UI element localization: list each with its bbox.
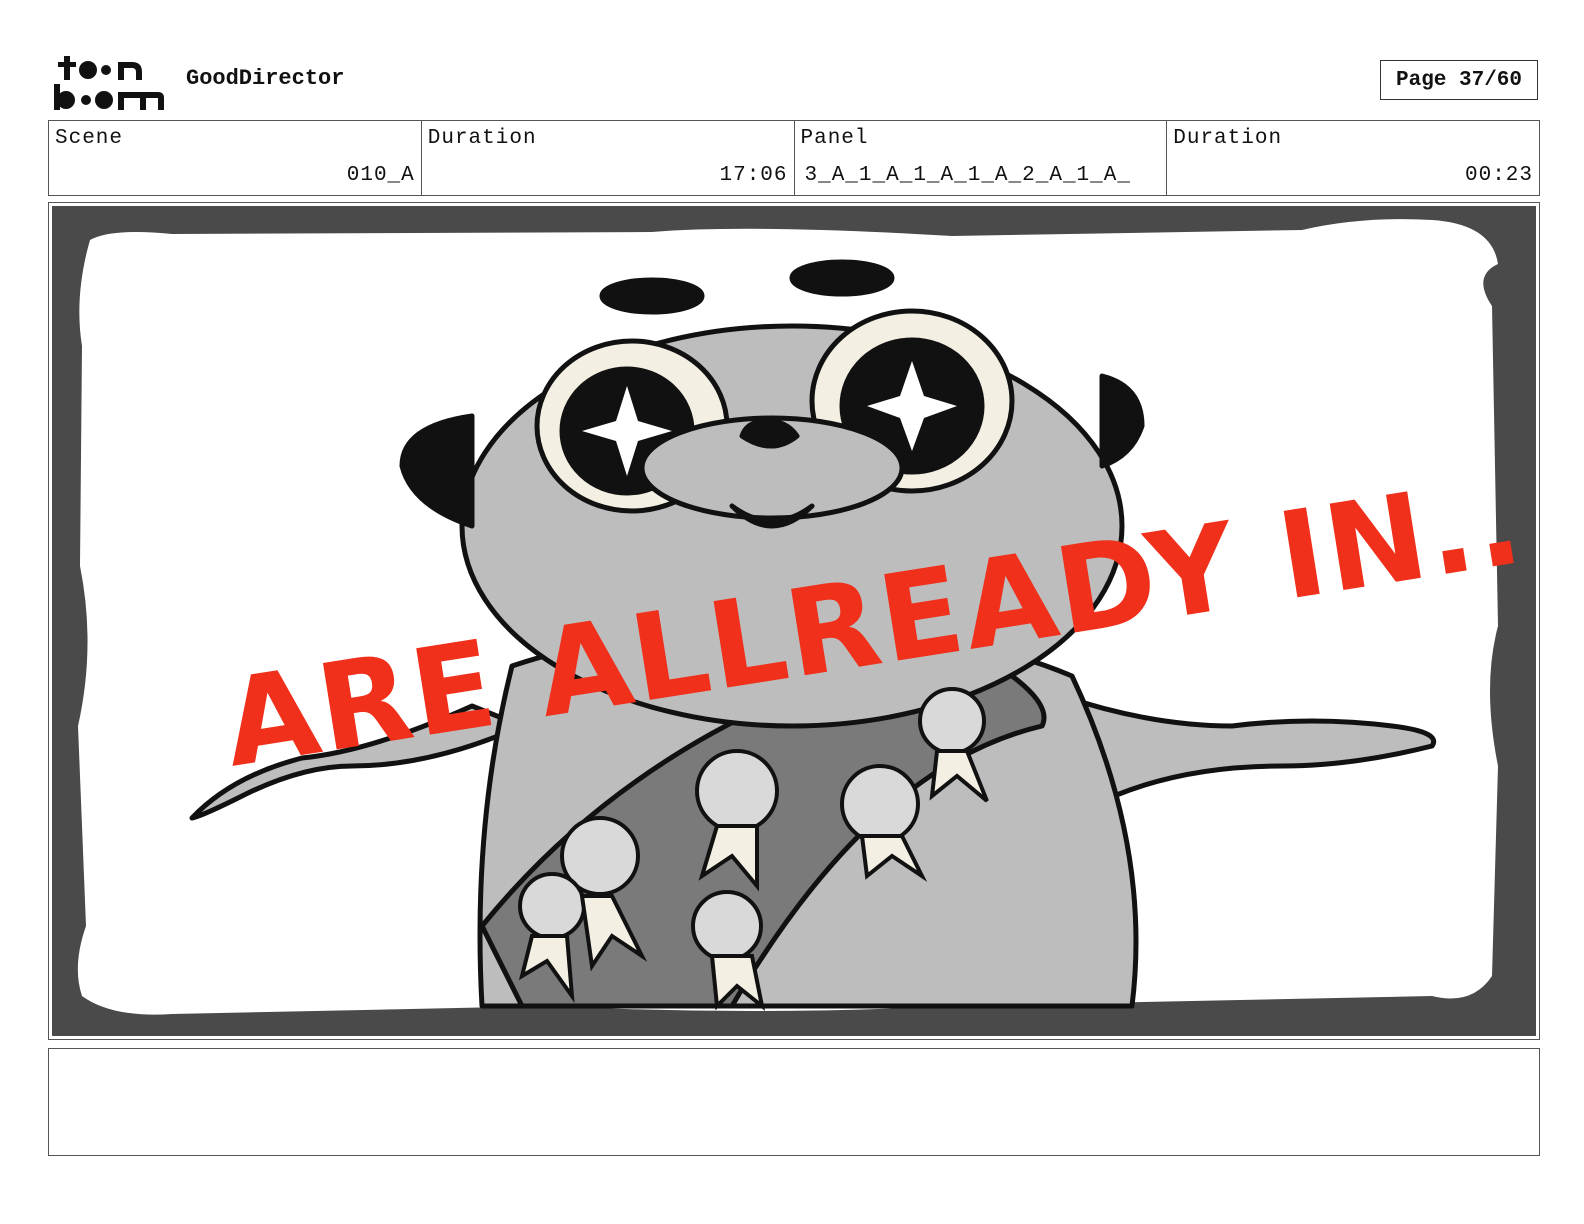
scene-cell: Scene 010_A xyxy=(49,121,422,195)
scene-duration-value: 17:06 xyxy=(719,164,788,187)
toon-boom-logo xyxy=(54,56,164,110)
storyboard-panel: ARE ALLREADY IN... xyxy=(48,202,1540,1040)
panel-drawing: ARE ALLREADY IN... xyxy=(52,206,1536,1036)
panel-duration-value: 00:23 xyxy=(1464,164,1533,187)
scene-label: Scene xyxy=(55,127,124,150)
panel-duration-cell: Duration 00:23 xyxy=(1167,121,1539,195)
page-label: Page 37/60 xyxy=(1395,68,1523,92)
scene-duration-cell: Duration 17:06 xyxy=(422,121,795,195)
panel-notes xyxy=(48,1048,1540,1156)
scene-value: 010_A xyxy=(346,164,415,187)
panel-cell: Panel 3_A_1_A_1_A_1_A_2_A_1_A_ xyxy=(795,121,1168,195)
app-title: GoodDirector xyxy=(186,66,345,91)
scene-info-table: Scene 010_A Duration 17:06 Panel 3_A_1_A… xyxy=(48,120,1540,196)
panel-label: Panel xyxy=(800,127,869,150)
panel-duration-label: Duration xyxy=(1173,127,1283,150)
scene-duration-label: Duration xyxy=(427,127,537,150)
page-indicator: Page 37/60 xyxy=(1380,60,1538,100)
panel-value: 3_A_1_A_1_A_1_A_2_A_1_A_ xyxy=(804,164,1131,187)
